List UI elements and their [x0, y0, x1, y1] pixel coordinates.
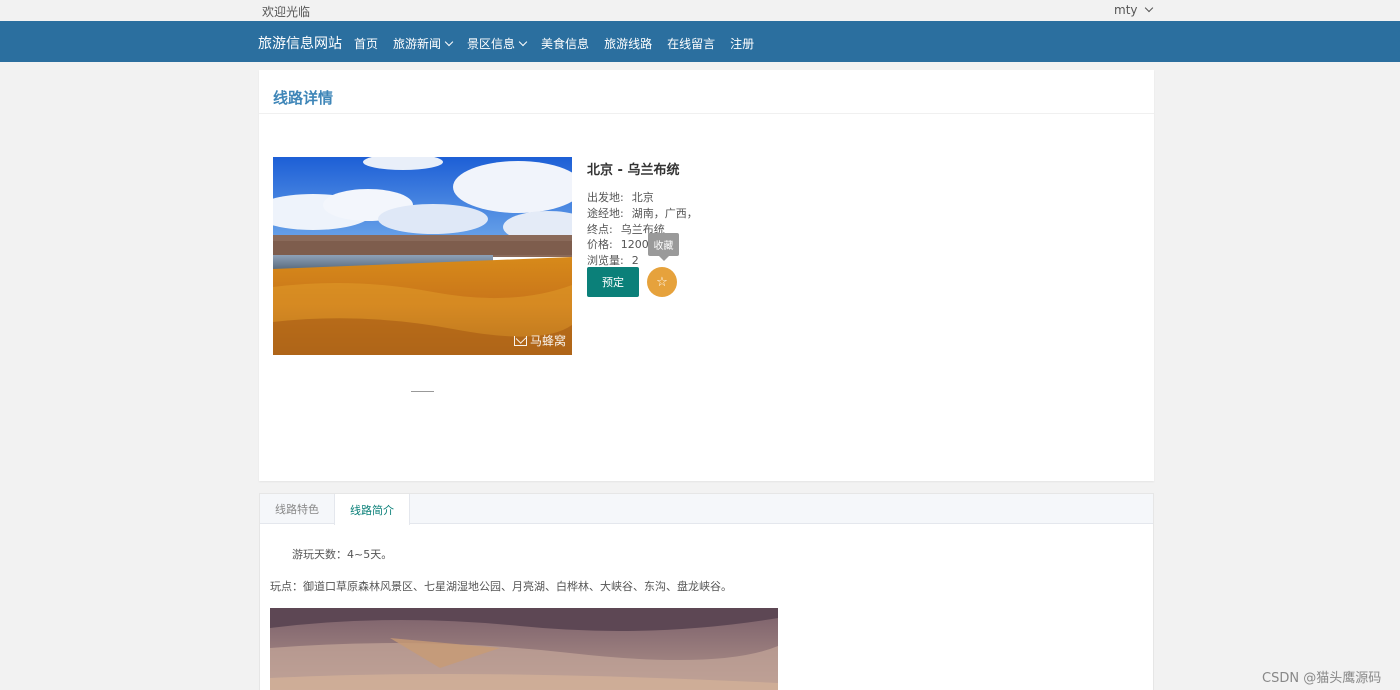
- nav-item-messages[interactable]: 在线留言: [667, 35, 715, 52]
- top-bar: 欢迎光临 mty: [0, 0, 1400, 21]
- mafengwo-logo-icon: [513, 335, 527, 346]
- chevron-down-icon: [518, 37, 528, 46]
- field-value: 2: [631, 254, 639, 268]
- carousel-indicator[interactable]: [411, 391, 434, 392]
- star-icon: ☆: [656, 274, 668, 290]
- route-info: 北京 - 乌兰布统 出发地: 北京 途经地: 湖南，广西， 终点: 乌兰布统 价格: 1…: [587, 159, 698, 269]
- nav-item-register[interactable]: 注册: [730, 35, 754, 52]
- nav-item-label: 旅游新闻: [393, 37, 442, 51]
- site-brand[interactable]: 旅游信息网站: [258, 33, 342, 53]
- field-value: 湖南，广西，: [631, 206, 698, 220]
- section-title: 线路详情: [259, 70, 1154, 114]
- field-value: 北京: [631, 191, 654, 204]
- tab-route-intro[interactable]: 线路简介: [334, 494, 410, 525]
- field-label: 价格:: [587, 238, 613, 252]
- photo-watermark: 马蜂窝: [513, 332, 566, 349]
- nav-menu: 首页 旅游新闻 景区信息 美食信息 旅游线路 在线留言 注册: [354, 35, 754, 52]
- nav-item-home[interactable]: 首页: [354, 35, 378, 52]
- page-watermark: CSDN @猫头鹰源码: [1262, 671, 1382, 686]
- favorite-tooltip: 收藏: [648, 233, 679, 261]
- tab-route-features[interactable]: 线路特色: [260, 494, 334, 524]
- birch-forest-image: [270, 608, 778, 690]
- route-detail-card: 线路详情 马蜂窝 北京 - 乌兰布统 出发地: 北京 途经地: 湖南，广西， 终…: [259, 70, 1154, 481]
- chevron-down-icon: [444, 37, 454, 46]
- field-departure: 出发地: 北京: [587, 190, 698, 206]
- field-value: 1200: [620, 238, 649, 252]
- route-tabs-card: 线路特色 线路简介 游玩天数：4~5天。 玩点：御道口草原森林风景区、七星湖湿地…: [259, 493, 1154, 690]
- field-label: 途经地:: [587, 206, 624, 220]
- field-label: 终点:: [587, 222, 613, 236]
- content-attractions: 玩点：御道口草原森林风景区、七星湖湿地公园、月亮湖、白桦林、大峡谷、东沟、盘龙峡…: [270, 580, 732, 593]
- favorite-button[interactable]: ☆: [647, 267, 677, 297]
- nav-item-food[interactable]: 美食信息: [541, 35, 589, 52]
- field-destination: 终点: 乌兰布统: [587, 222, 698, 238]
- field-via: 途经地: 湖南，广西，: [587, 206, 698, 222]
- user-menu[interactable]: mty: [1114, 3, 1153, 17]
- nav-item-label: 景区信息: [467, 37, 516, 51]
- route-title: 北京 - 乌兰布统: [587, 163, 680, 178]
- welcome-text: 欢迎光临: [262, 5, 311, 19]
- content-photo: [270, 608, 778, 690]
- nav-item-label: 美食信息: [541, 37, 590, 51]
- main-navbar: 旅游信息网站 首页 旅游新闻 景区信息 美食信息 旅游线路 在线留言 注册: [0, 21, 1400, 62]
- nav-item-scenic[interactable]: 景区信息: [467, 35, 528, 52]
- field-price: 价格: 1200: [587, 237, 698, 253]
- nav-item-label: 在线留言: [667, 37, 716, 51]
- landscape-image: [273, 157, 572, 355]
- route-photo: 马蜂窝: [273, 157, 572, 355]
- nav-item-routes[interactable]: 旅游线路: [604, 35, 652, 52]
- nav-item-label: 旅游线路: [604, 37, 653, 51]
- photo-watermark-text: 马蜂窝: [529, 334, 566, 348]
- field-label: 浏览量:: [587, 254, 624, 268]
- chevron-down-icon: [1144, 3, 1153, 13]
- nav-item-label: 首页: [354, 37, 379, 51]
- book-button[interactable]: 预定: [587, 267, 639, 297]
- field-label: 出发地:: [587, 191, 624, 204]
- tab-bar: 线路特色 线路简介: [260, 494, 1153, 525]
- content-days: 游玩天数：4~5天。: [292, 548, 393, 561]
- username: mty: [1114, 3, 1138, 17]
- nav-item-news[interactable]: 旅游新闻: [393, 35, 454, 52]
- nav-item-label: 注册: [730, 37, 755, 51]
